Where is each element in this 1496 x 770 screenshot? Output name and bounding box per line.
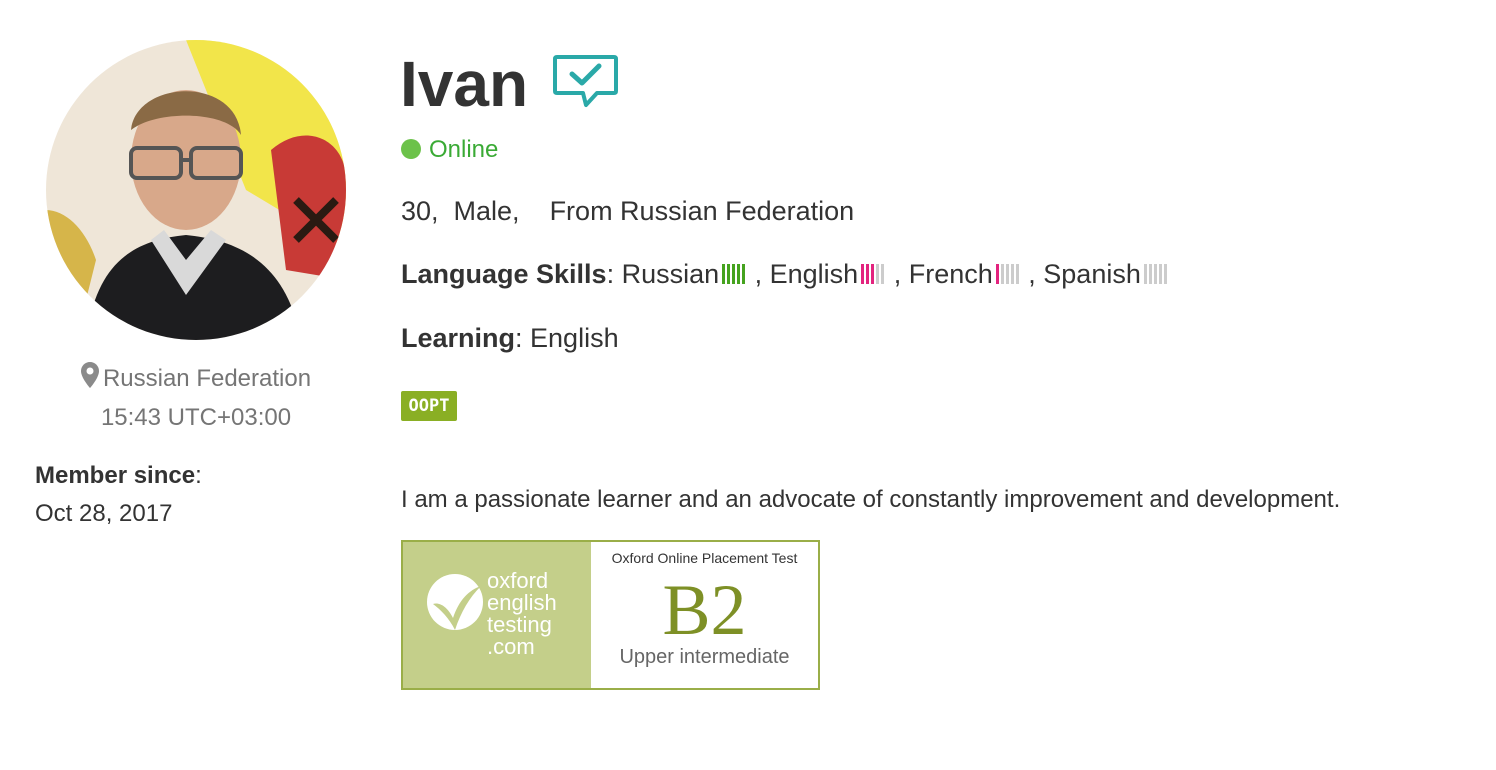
language-skills: Language Skills: Russian , English , Fre… bbox=[401, 259, 1169, 290]
level-bar bbox=[861, 264, 865, 284]
oxford-result: Oxford Online Placement Test B2 Upper in… bbox=[591, 542, 818, 688]
online-status-text: Online bbox=[429, 136, 499, 163]
speech-bubble-check-icon bbox=[552, 54, 619, 110]
level-bar bbox=[1010, 264, 1014, 284]
oxford-certificate[interactable]: oxford english testing .com Oxford Onlin… bbox=[401, 540, 820, 690]
member-since-date: Oct 28, 2017 bbox=[35, 500, 173, 527]
language-skill: French bbox=[909, 259, 1021, 290]
language-name: English bbox=[769, 259, 859, 289]
language-level-bars bbox=[995, 260, 1021, 284]
level-bar bbox=[1005, 264, 1009, 284]
level-bar bbox=[732, 264, 736, 284]
language-separator: , bbox=[886, 259, 909, 289]
level-bar bbox=[1015, 264, 1019, 284]
member-since-label: Member since: bbox=[35, 462, 202, 489]
profile-photo bbox=[46, 40, 346, 340]
oxford-test-name: Oxford Online Placement Test bbox=[611, 550, 798, 566]
level-bar bbox=[1158, 264, 1162, 284]
language-name: French bbox=[908, 259, 993, 289]
learning: Learning: English bbox=[401, 323, 619, 353]
level-bar bbox=[1000, 264, 1004, 284]
learning-language: English bbox=[530, 323, 619, 353]
level-bar bbox=[995, 264, 999, 284]
language-level-bars bbox=[1143, 260, 1169, 284]
oxford-logo: oxford english testing .com bbox=[403, 542, 591, 688]
level-bar bbox=[1148, 264, 1152, 284]
level-bar bbox=[876, 264, 880, 284]
level-bar bbox=[737, 264, 741, 284]
level-bar bbox=[742, 264, 746, 284]
language-skill: Russian bbox=[622, 259, 748, 290]
language-name: Russian bbox=[621, 259, 720, 289]
language-separator: , bbox=[747, 259, 770, 289]
online-status: Online bbox=[401, 136, 498, 164]
language-skill: Spanish bbox=[1043, 259, 1169, 290]
language-separator: , bbox=[1020, 259, 1044, 289]
oxford-level: B2 bbox=[662, 570, 747, 650]
level-bar bbox=[1163, 264, 1167, 284]
local-time: 15:43 UTC+03:00 bbox=[100, 404, 292, 431]
level-bar bbox=[871, 264, 875, 284]
oopt-badge[interactable]: OOPT bbox=[401, 391, 457, 421]
learning-label: Learning bbox=[401, 323, 516, 353]
level-bar bbox=[1153, 264, 1157, 284]
level-bar bbox=[881, 264, 885, 284]
level-bar bbox=[727, 264, 731, 284]
language-skills-label: Language Skills bbox=[401, 259, 607, 289]
language-skills-list: Russian , English , French , Spanish bbox=[622, 259, 1169, 289]
leaf-check-icon bbox=[427, 574, 483, 630]
language-name: Spanish bbox=[1043, 259, 1141, 289]
language-level-bars bbox=[861, 260, 886, 284]
language-level-bars bbox=[722, 260, 747, 284]
profile-name: Ivan bbox=[400, 48, 529, 120]
level-bar bbox=[722, 264, 726, 284]
bio: I am a passionate learner and an advocat… bbox=[401, 486, 1341, 513]
map-pin-icon bbox=[80, 362, 99, 388]
oxford-level-description: Upper intermediate bbox=[619, 646, 790, 668]
location-text: Russian Federation bbox=[102, 365, 312, 392]
online-dot-icon bbox=[401, 139, 421, 159]
profile-basics: 30, Male, From Russian Federation bbox=[401, 196, 855, 226]
language-skill: English bbox=[770, 259, 887, 290]
name-row: Ivan bbox=[400, 44, 619, 124]
avatar[interactable] bbox=[46, 40, 346, 340]
oxford-brand: oxford english testing .com bbox=[487, 568, 557, 659]
level-bar bbox=[1143, 264, 1147, 284]
level-bar bbox=[866, 264, 870, 284]
location: Russian Federation bbox=[40, 362, 352, 393]
